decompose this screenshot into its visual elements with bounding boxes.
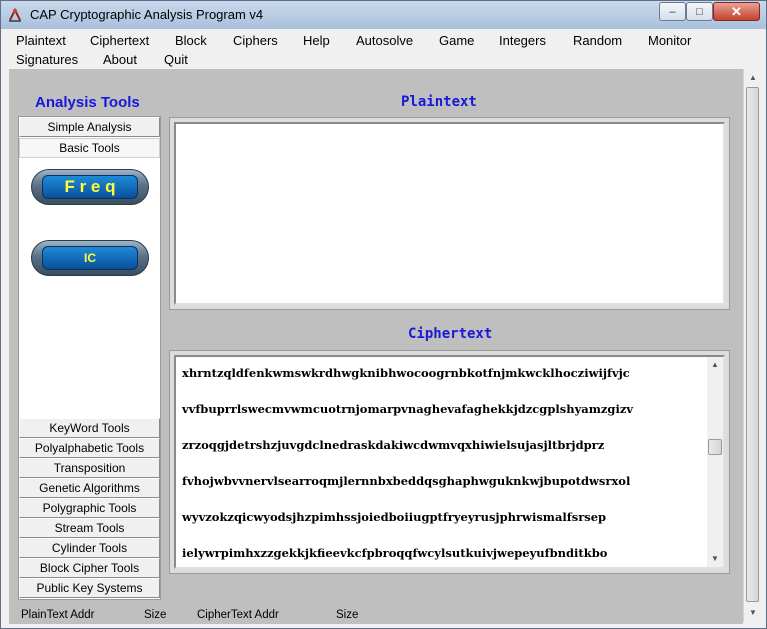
ciphertext-line: zrzoqgjdetrshzjuvgdclnedraskdakiwcdwmvqx… xyxy=(182,438,605,452)
close-button[interactable]: ✕ xyxy=(713,2,760,21)
tab-block-cipher-tools[interactable]: Block Cipher Tools xyxy=(19,558,160,578)
window-title: CAP Cryptographic Analysis Program v4 xyxy=(30,7,264,22)
scroll-up-icon[interactable]: ▲ xyxy=(711,360,719,369)
menu-block[interactable]: Block xyxy=(175,33,207,48)
freq-button[interactable]: F r e q xyxy=(31,169,149,205)
menu-quit[interactable]: Quit xyxy=(164,52,188,67)
minimize-icon: – xyxy=(669,5,676,18)
freq-label: F r e q xyxy=(42,175,138,199)
menu-plaintext[interactable]: Plaintext xyxy=(16,33,66,48)
tab-stream-tools[interactable]: Stream Tools xyxy=(19,518,160,538)
ciphertext-textarea[interactable]: xhrntzqldfenkwmswkrdhwgknibhwocoogrnbkot… xyxy=(174,355,725,569)
ciphertext-line: wyvzokzqicwyodsjhzpimhssjoiedboiiugptfry… xyxy=(182,510,607,524)
app-window: CAP Cryptographic Analysis Program v4 – … xyxy=(0,0,767,629)
menu-ciphertext[interactable]: Ciphertext xyxy=(90,33,149,48)
analysis-tools-title: Analysis Tools xyxy=(35,94,140,111)
tab-polygraphic-tools[interactable]: Polygraphic Tools xyxy=(19,498,160,518)
menu-signatures[interactable]: Signatures xyxy=(16,52,78,67)
plaintext-textarea[interactable] xyxy=(174,122,725,305)
ic-label: IC xyxy=(42,246,138,270)
tab-simple-analysis[interactable]: Simple Analysis xyxy=(19,117,160,137)
maximize-button[interactable]: □ xyxy=(686,2,713,21)
maximize-icon: □ xyxy=(696,5,703,18)
menu-autosolve[interactable]: Autosolve xyxy=(356,33,413,48)
menu-about[interactable]: About xyxy=(103,52,137,67)
menu-game[interactable]: Game xyxy=(439,33,474,48)
menu-bar: Plaintext Ciphertext Block Ciphers Help … xyxy=(2,29,765,69)
tab-public-key-systems[interactable]: Public Key Systems xyxy=(19,578,160,598)
window-scroll-down-icon[interactable]: ▼ xyxy=(749,608,757,617)
title-bar[interactable]: CAP Cryptographic Analysis Program v4 – … xyxy=(1,1,766,29)
close-icon: ✕ xyxy=(731,3,742,19)
ciphertext-line: fvhojwbvvnervlsearroqmjlernnbxbeddqsghap… xyxy=(182,474,631,488)
status-size-2: Size xyxy=(336,609,359,621)
tab-keyword-tools[interactable]: KeyWord Tools xyxy=(19,418,160,438)
menu-ciphers[interactable]: Ciphers xyxy=(233,33,278,48)
plaintext-frame xyxy=(169,117,730,310)
tab-transposition[interactable]: Transposition xyxy=(19,458,160,478)
minimize-button[interactable]: – xyxy=(659,2,686,21)
ciphertext-line: xhrntzqldfenkwmswkrdhwgknibhwocoogrnbkot… xyxy=(182,366,630,380)
ciphertext-line: ielywrpimhxzzgekkjkfieevkcfpbroqqfwcylsu… xyxy=(182,546,608,560)
status-ciphertext-addr: CipherText Addr xyxy=(197,609,279,621)
ciphertext-title: Ciphertext xyxy=(408,326,493,342)
ciphertext-frame: xhrntzqldfenkwmswkrdhwgknibhwocoogrnbkot… xyxy=(169,350,730,574)
window-scrollbar[interactable]: ▲ ▼ xyxy=(743,69,761,622)
main-client-area: Analysis Tools Simple Analysis Basic Too… xyxy=(9,69,743,624)
menu-monitor[interactable]: Monitor xyxy=(648,33,691,48)
menu-random[interactable]: Random xyxy=(573,33,622,48)
ciphertext-scroll-thumb[interactable] xyxy=(708,439,722,455)
plaintext-title: Plaintext xyxy=(401,94,477,110)
tab-genetic-algorithms[interactable]: Genetic Algorithms xyxy=(19,478,160,498)
menu-integers[interactable]: Integers xyxy=(499,33,546,48)
scroll-down-icon[interactable]: ▼ xyxy=(711,554,719,563)
tab-polyalphabetic-tools[interactable]: Polyalphabetic Tools xyxy=(19,438,160,458)
ic-button[interactable]: IC xyxy=(31,240,149,276)
window-scroll-thumb[interactable] xyxy=(746,87,759,602)
ciphertext-scrollbar[interactable]: ▲ ▼ xyxy=(707,357,723,567)
status-size-1: Size xyxy=(144,609,167,621)
status-plaintext-addr: PlainText Addr xyxy=(21,609,95,621)
tab-basic-tools[interactable]: Basic Tools xyxy=(19,138,160,158)
tools-panel: Simple Analysis Basic Tools F r e q IC K… xyxy=(18,116,161,600)
app-icon xyxy=(9,7,21,22)
ciphertext-line: vvfbuprrlswecmvwmcuotrnjomarpvnaghevafag… xyxy=(182,402,634,416)
window-scroll-up-icon[interactable]: ▲ xyxy=(749,73,757,82)
menu-help[interactable]: Help xyxy=(303,33,330,48)
tab-cylinder-tools[interactable]: Cylinder Tools xyxy=(19,538,160,558)
